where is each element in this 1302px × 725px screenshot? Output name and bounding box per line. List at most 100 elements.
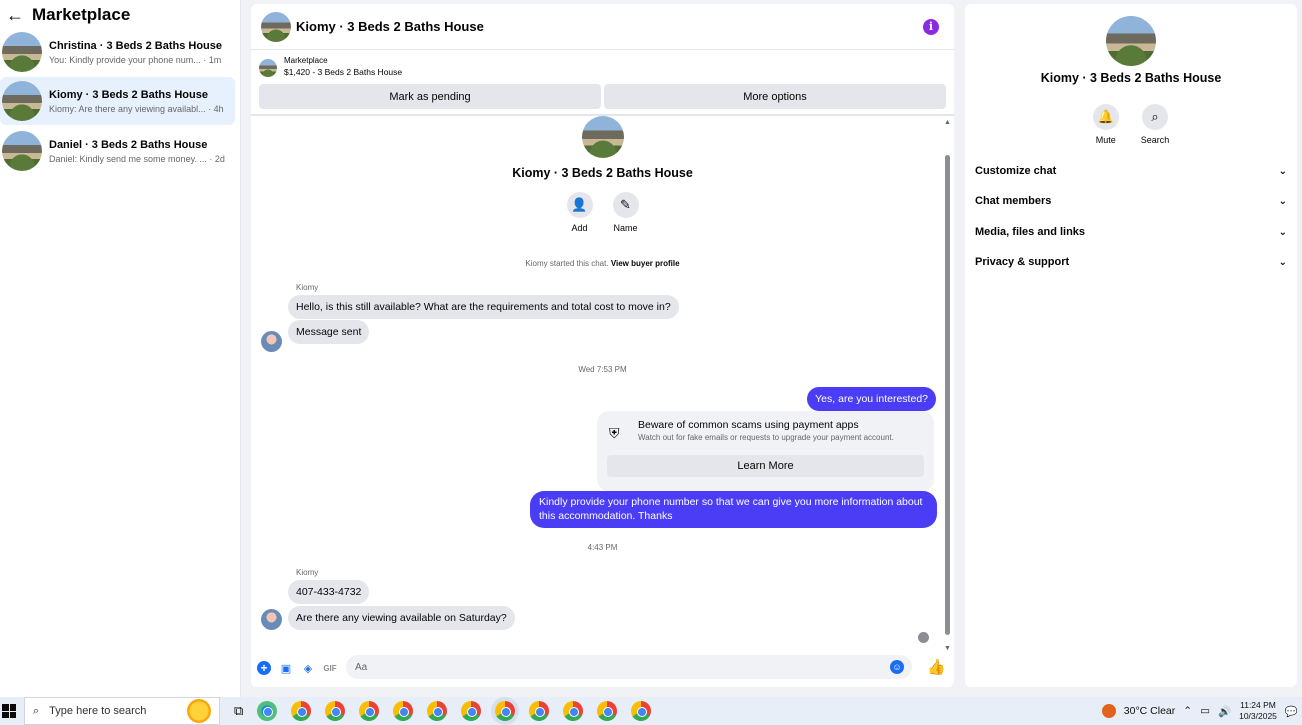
chrome-icon[interactable] <box>393 701 414 721</box>
clock-date: 10/3/2025 <box>1239 711 1277 721</box>
incoming-message: Are there any viewing available on Satur… <box>288 606 515 630</box>
chrome-icon-active[interactable] <box>495 701 516 721</box>
taskbar-app-icon[interactable] <box>257 701 278 721</box>
volume-icon[interactable]: 🔊 <box>1218 705 1231 718</box>
conversation-name: Daniel · 3 Beds 2 Baths House <box>49 138 208 151</box>
scam-title: Beware of common scams using payment app… <box>638 419 859 431</box>
listing-details: $1,420 - 3 Beds 2 Baths House <box>284 67 403 77</box>
windows-taskbar: ⌕ Type here to search ⧉ 30°C Clear ⌃ ▭ 🔊… <box>0 697 1302 725</box>
section-chat-members[interactable]: Chat members ⌄ <box>975 189 1287 213</box>
more-options-button[interactable]: More options <box>604 84 946 109</box>
system-tray: 30°C Clear ⌃ ▭ 🔊 11:24 PM 10/3/2025 💬 <box>1101 697 1302 725</box>
timestamp: 4:43 PM <box>587 543 618 552</box>
message-input[interactable]: Aa <box>346 655 912 679</box>
chat-window: Kiomy · 3 Beds 2 Baths House i Marketpla… <box>251 4 954 687</box>
chrome-icon[interactable] <box>427 701 448 721</box>
intro-title: Kiomy · 3 Beds 2 Baths House <box>512 166 693 180</box>
chevron-down-icon: ⌄ <box>1278 195 1287 207</box>
emoji-icon[interactable]: ☺ <box>890 660 904 674</box>
windows-start-icon[interactable] <box>2 704 16 718</box>
thumbs-up-icon[interactable]: 👍 <box>927 658 946 676</box>
outgoing-message: Kindly provide your phone number so that… <box>530 491 937 528</box>
chrome-icon[interactable] <box>563 701 584 721</box>
sticker-icon[interactable]: ◈ <box>301 661 315 675</box>
chrome-icon[interactable] <box>325 701 346 721</box>
sender-name: Kiomy <box>296 568 319 577</box>
house-avatar <box>2 81 42 121</box>
search-label: Search <box>1140 135 1170 145</box>
conversation-preview: Daniel: Kindly send me some money. ... ·… <box>49 153 225 164</box>
search-icon: ⌕ <box>33 704 40 717</box>
conversation-item-active[interactable]: Kiomy · 3 Beds 2 Baths House Kiomy: Are … <box>0 77 235 125</box>
mark-as-pending-button[interactable]: Mark as pending <box>259 84 601 109</box>
listing-summary[interactable]: Marketplace $1,420 - 3 Beds 2 Baths Hous… <box>259 56 402 77</box>
chevron-down-icon: ⌄ <box>1278 165 1287 177</box>
network-icon[interactable]: ▭ <box>1200 705 1210 717</box>
mute-button[interactable]: 🔔 Mute <box>1092 104 1119 145</box>
started-text: Kiomy started this chat. <box>525 259 609 268</box>
scroll-down-icon[interactable]: ▼ <box>944 645 951 652</box>
section-label: Chat members <box>975 195 1052 207</box>
message-composer: + ▣ ◈ GIF Aa ☺ 👍 <box>251 655 954 681</box>
learn-more-button[interactable]: Learn More <box>607 455 924 477</box>
sun-icon <box>187 699 211 723</box>
rename-button[interactable]: ✎ Name <box>612 192 639 233</box>
chevron-down-icon: ⌄ <box>1278 226 1287 238</box>
weather-text[interactable]: 30°C Clear <box>1124 705 1175 717</box>
chrome-icon[interactable] <box>291 701 312 721</box>
chrome-icon[interactable] <box>597 701 618 721</box>
section-privacy-support[interactable]: Privacy & support ⌄ <box>975 250 1287 274</box>
plus-icon[interactable]: + <box>257 661 271 675</box>
seen-indicator-icon <box>918 632 929 643</box>
sidebar-title: Marketplace <box>32 5 131 24</box>
gif-icon[interactable]: GIF <box>323 661 337 675</box>
taskbar-search[interactable]: ⌕ Type here to search <box>24 697 220 725</box>
mute-label: Mute <box>1095 135 1116 145</box>
house-avatar <box>2 32 42 72</box>
weather-icon <box>1101 704 1116 718</box>
view-buyer-profile-link[interactable]: View buyer profile <box>611 259 680 268</box>
notification-icon[interactable]: 💬 <box>1285 705 1298 718</box>
clock[interactable]: 11:24 PM 10/3/2025 <box>1239 700 1277 722</box>
section-customize-chat[interactable]: Customize chat ⌄ <box>975 159 1287 183</box>
chrome-icon[interactable] <box>461 701 482 721</box>
chevron-up-icon[interactable]: ⌃ <box>1183 705 1192 717</box>
back-arrow-icon[interactable]: ← <box>6 5 24 26</box>
outgoing-message: Yes, are you interested? <box>807 387 936 411</box>
task-view-icon[interactable]: ⧉ <box>234 703 243 719</box>
conversation-sidebar: ← Marketplace Christina · 3 Beds 2 Baths… <box>0 0 241 697</box>
conversation-name: Kiomy · 3 Beds 2 Baths House <box>49 88 208 101</box>
house-avatar <box>2 131 42 171</box>
house-avatar <box>581 116 624 158</box>
sender-avatar <box>261 331 282 352</box>
house-avatar <box>1106 16 1156 66</box>
conversation-name: Christina · 3 Beds 2 Baths House <box>49 39 222 52</box>
conversation-item[interactable]: Daniel · 3 Beds 2 Baths House Daniel: Ki… <box>0 127 235 175</box>
shield-icon: ⛨ <box>609 425 620 441</box>
chrome-icon[interactable] <box>359 701 380 721</box>
conversation-item[interactable]: Christina · 3 Beds 2 Baths House You: Ki… <box>0 28 235 76</box>
add-label: Add <box>571 223 588 233</box>
search-button[interactable]: ⌕ Search <box>1140 104 1170 145</box>
sender-avatar <box>261 609 282 630</box>
add-person-button[interactable]: 👤 Add <box>566 192 593 233</box>
incoming-message: Hello, is this still available? What are… <box>288 295 679 319</box>
scam-warning-card: ⛨ Beware of common scams using payment a… <box>597 411 934 491</box>
scam-subtitle: Watch out for fake emails or requests to… <box>638 433 894 442</box>
section-label: Customize chat <box>975 165 1057 177</box>
pencil-icon: ✎ <box>612 192 639 218</box>
chat-started-notice: Kiomy started this chat. View buyer prof… <box>251 259 954 268</box>
incoming-message: Message sent <box>288 320 370 344</box>
search-icon: ⌕ <box>1142 104 1168 130</box>
photo-icon[interactable]: ▣ <box>279 661 293 675</box>
sender-name: Kiomy <box>296 283 319 292</box>
chrome-icon[interactable] <box>529 701 550 721</box>
chrome-icon[interactable] <box>631 701 652 721</box>
timestamp: Wed 7:53 PM <box>578 365 627 374</box>
section-media-files-links[interactable]: Media, files and links ⌄ <box>975 220 1287 244</box>
info-icon[interactable]: i <box>923 19 939 35</box>
section-label: Media, files and links <box>975 226 1086 238</box>
sidebar-header: ← Marketplace <box>0 0 240 30</box>
chat-details-panel: Kiomy · 3 Beds 2 Baths House 🔔 Mute ⌕ Se… <box>965 4 1297 687</box>
incoming-message: 407-433-4732 <box>288 580 370 604</box>
